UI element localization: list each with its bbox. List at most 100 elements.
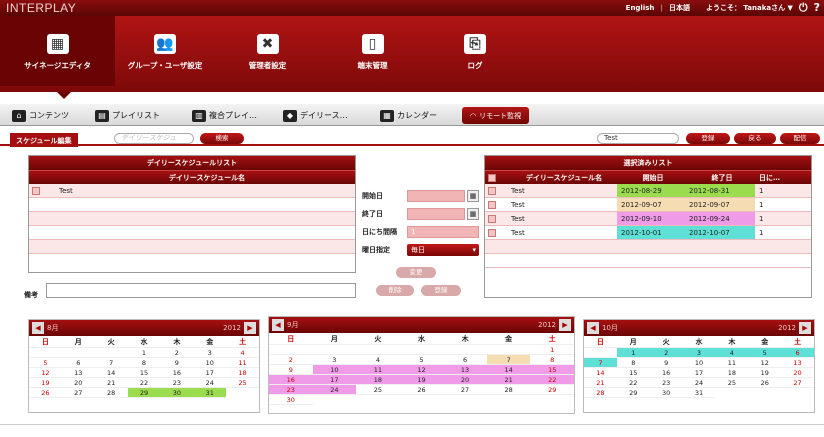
calendar-day[interactable]: 4 (356, 355, 400, 365)
calendar-day[interactable]: 8 (127, 358, 161, 368)
calendar-day[interactable]: 23 (160, 378, 194, 388)
calendar-day[interactable]: 17 (682, 368, 716, 378)
calendar-day[interactable]: 12 (29, 368, 62, 378)
calendar-day[interactable]: 18 (715, 368, 749, 378)
calendar-day[interactable]: 15 (530, 365, 574, 375)
tab-schedule-edit[interactable]: スケジュール編集 (10, 133, 78, 147)
table-row[interactable]: Test (29, 184, 355, 198)
calendar-day[interactable]: 25 (356, 385, 400, 395)
table-row[interactable]: Test 2012-10-01 2012-10-07 1 (485, 226, 811, 240)
calendar-day[interactable]: 3 (682, 348, 716, 358)
calendar-day[interactable]: 24 (682, 378, 716, 388)
table-row[interactable]: Test 2012-09-10 2012-09-24 1 (485, 212, 811, 226)
calendar-day[interactable]: 22 (127, 378, 161, 388)
calendar-day[interactable]: 17 (312, 375, 357, 385)
calendar-day[interactable]: 25 (226, 378, 259, 388)
add-button[interactable]: 登録 (421, 285, 461, 296)
deliver-button[interactable]: 配信 (780, 133, 820, 144)
calendar-day[interactable]: 20 (781, 368, 814, 378)
calendar-day[interactable]: 29 (616, 388, 650, 398)
prev-month-icon[interactable]: ◀ (587, 322, 599, 334)
calendar-day[interactable]: 16 (269, 375, 313, 385)
calendar-day[interactable]: 13 (443, 365, 487, 375)
prev-month-icon[interactable]: ◀ (272, 319, 284, 331)
next-month-icon[interactable]: ▶ (559, 319, 571, 331)
next-month-icon[interactable]: ▶ (799, 322, 811, 334)
table-row[interactable]: Test 2012-09-07 2012-09-07 1 (485, 198, 811, 212)
calendar-day[interactable]: 10 (682, 358, 716, 368)
back-button[interactable]: 戻る (734, 133, 776, 144)
calendar-day[interactable]: 7 (584, 358, 617, 368)
calendar-day[interactable]: 9 (649, 358, 683, 368)
tab-contents[interactable]: ⌂ コンテンツ (12, 107, 69, 124)
calendar-day[interactable]: 21 (584, 378, 617, 388)
weekday-select[interactable]: 毎日 ▾ (407, 244, 479, 256)
row-checkbox[interactable] (488, 187, 496, 195)
calendar-day[interactable]: 8 (530, 355, 574, 365)
remarks-input[interactable] (46, 283, 356, 298)
tab-calendar[interactable]: ▦ カレンダー (380, 107, 437, 124)
calendar-day[interactable]: 14 (584, 368, 617, 378)
calendar-day[interactable]: 29 (127, 388, 161, 398)
calendar-day[interactable]: 15 (127, 368, 161, 378)
calendar-day[interactable]: 10 (193, 358, 227, 368)
calendar-day[interactable]: 26 (399, 385, 444, 395)
calendar-day[interactable]: 24 (312, 385, 357, 395)
calendar-day[interactable]: 27 (443, 385, 487, 395)
tab-playlist[interactable]: ▤ プレイリスト (95, 107, 160, 124)
calendar-day[interactable]: 20 (443, 375, 487, 385)
delete-button[interactable]: 削除 (376, 285, 414, 296)
calendar-day[interactable]: 5 (399, 355, 444, 365)
calendar-day[interactable]: 13 (61, 368, 95, 378)
calendar-day[interactable]: 6 (781, 348, 814, 358)
calendar-day[interactable]: 3 (193, 348, 227, 358)
next-month-icon[interactable]: ▶ (244, 322, 256, 334)
nav-admin-settings[interactable]: ✖ 管理者設定 (215, 16, 320, 86)
calendar-day[interactable]: 23 (269, 385, 313, 395)
calendar-day[interactable]: 6 (443, 355, 487, 365)
calendar-day[interactable]: 13 (781, 358, 814, 368)
calendar-day[interactable]: 1 (127, 348, 161, 358)
calendar-day[interactable]: 21 (94, 378, 128, 388)
calendar-day[interactable]: 12 (399, 365, 444, 375)
row-checkbox[interactable] (488, 201, 496, 209)
calendar-day[interactable]: 31 (682, 388, 716, 398)
calendar-day[interactable]: 19 (748, 368, 782, 378)
calendar-day[interactable]: 16 (160, 368, 194, 378)
help-icon[interactable]: ? (814, 2, 820, 13)
tab-daily-schedule[interactable]: ◆ デイリース… (283, 107, 348, 124)
calendar-day[interactable]: 2 (649, 348, 683, 358)
calendar-day[interactable]: 2 (160, 348, 194, 358)
nav-device-management[interactable]: ▯ 端末管理 (320, 16, 425, 86)
register-button[interactable]: 登録 (686, 133, 730, 144)
end-date-field[interactable] (407, 208, 465, 220)
calendar-day[interactable]: 11 (356, 365, 400, 375)
change-button[interactable]: 変更 (396, 267, 436, 278)
calendar-day[interactable]: 9 (160, 358, 194, 368)
calendar-day[interactable]: 23 (649, 378, 683, 388)
calendar-day[interactable]: 22 (616, 378, 650, 388)
calendar-day[interactable]: 18 (356, 375, 400, 385)
calendar-day[interactable]: 24 (193, 378, 227, 388)
interval-field[interactable]: 1 (407, 226, 479, 238)
calendar-day[interactable]: 2 (269, 355, 313, 365)
calendar-day[interactable]: 10 (312, 365, 357, 375)
calendar-day[interactable]: 11 (226, 358, 259, 368)
calendar-day[interactable]: 18 (226, 368, 259, 378)
calendar-day[interactable]: 25 (715, 378, 749, 388)
calendar-day[interactable]: 26 (748, 378, 782, 388)
calendar-day[interactable]: 31 (193, 388, 227, 398)
calendar-day[interactable]: 19 (29, 378, 62, 388)
calendar-day[interactable]: 5 (29, 358, 62, 368)
calendar-day[interactable]: 4 (226, 348, 259, 358)
calendar-day[interactable]: 17 (193, 368, 227, 378)
calendar-day[interactable]: 4 (715, 348, 749, 358)
calendar-day[interactable]: 11 (715, 358, 749, 368)
row-checkbox[interactable] (32, 187, 40, 195)
calendar-day[interactable]: 7 (486, 355, 531, 365)
calendar-day[interactable]: 5 (748, 348, 782, 358)
calendar-day[interactable]: 19 (399, 375, 444, 385)
calendar-day[interactable]: 28 (94, 388, 128, 398)
power-icon[interactable]: ⏻ (799, 2, 808, 13)
calendar-day[interactable]: 30 (160, 388, 194, 398)
